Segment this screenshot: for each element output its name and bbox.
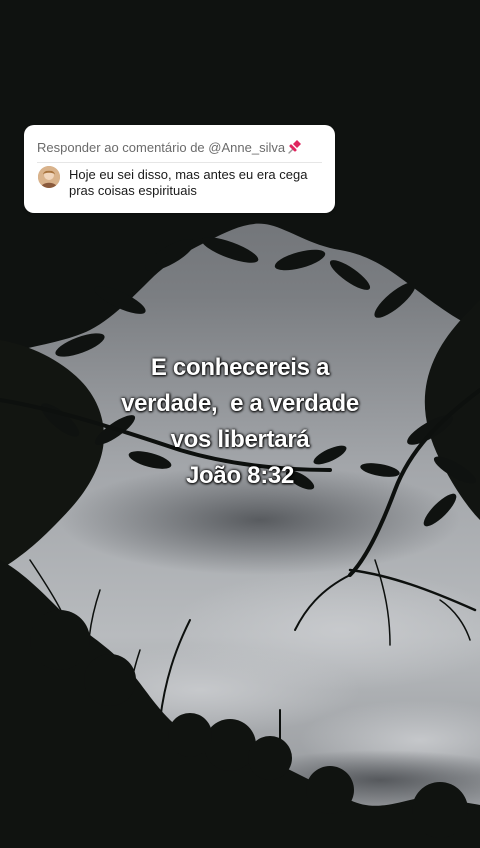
comment-line-1: Hoje eu sei disso, mas antes eu era cega — [69, 167, 308, 182]
reply-to-comment-card[interactable]: Responder ao comentário de @Anne_silva H… — [24, 125, 335, 213]
reply-header: Responder ao comentário de @Anne_silva — [37, 139, 302, 155]
username-handle: @Anne_silva — [208, 140, 286, 155]
user-avatar — [38, 166, 60, 188]
comment-line-2: pras coisas espirituais — [69, 183, 197, 198]
bible-verse-caption: E conhecereis a verdade, e a verdade vos… — [90, 350, 390, 494]
pushpin-icon — [288, 140, 302, 154]
verse-line-3: vos libertará — [170, 426, 310, 453]
verse-line-2: verdade, e a verdade — [121, 390, 359, 417]
verse-reference: João 8:32 — [185, 462, 295, 489]
divider — [37, 162, 322, 163]
reply-prefix: Responder ao comentário de — [37, 140, 209, 155]
verse-line-1: E conhecereis a — [150, 354, 330, 381]
comment-text: Hoje eu sei disso, mas antes eu era cega… — [69, 167, 324, 199]
